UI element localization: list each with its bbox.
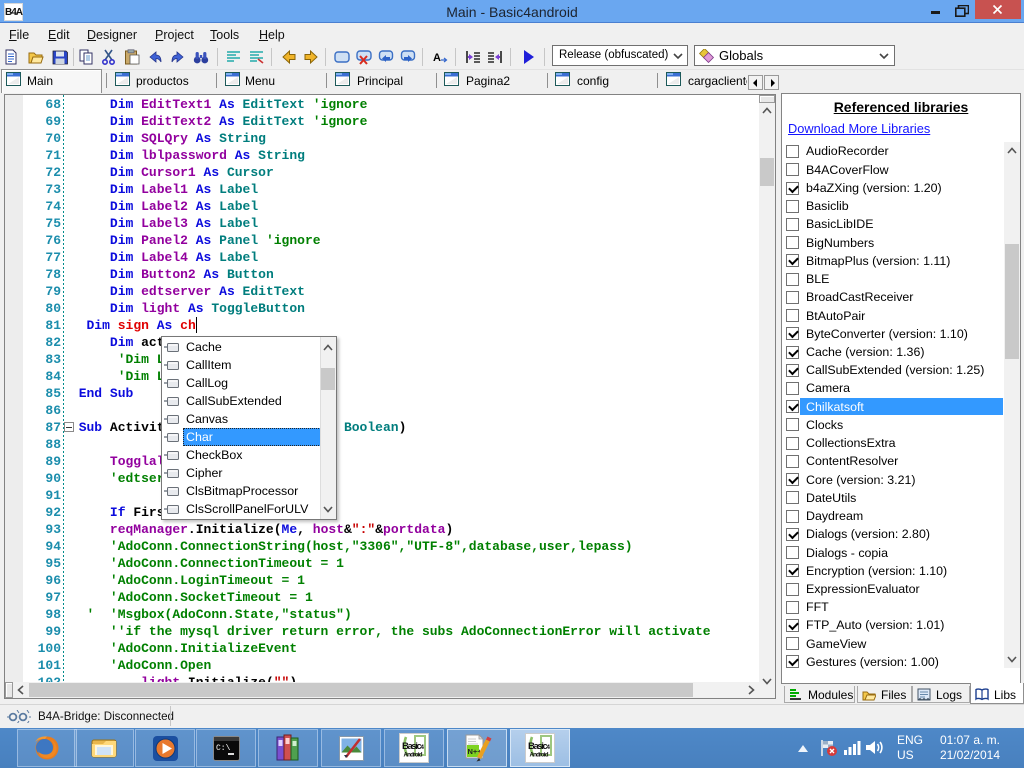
- svg-text:Android: Android: [404, 752, 423, 759]
- svg-text:Basic4: Basic4: [528, 741, 550, 752]
- svg-text:Android: Android: [530, 752, 549, 759]
- svg-text:A: A: [433, 52, 441, 64]
- svg-text:C:\: C:\: [216, 744, 231, 753]
- svg-text:Basic4: Basic4: [402, 741, 424, 752]
